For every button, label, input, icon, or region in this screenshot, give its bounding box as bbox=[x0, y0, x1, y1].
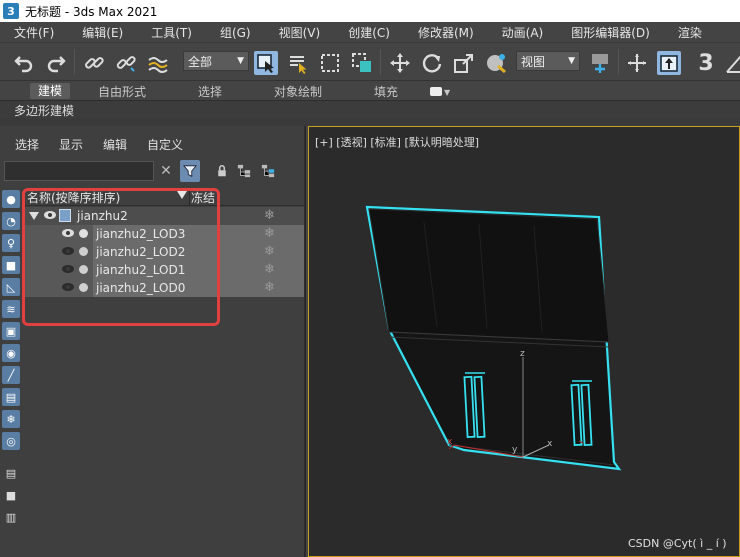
toolbar-separator bbox=[618, 49, 619, 75]
se-menu-display[interactable]: 显示 bbox=[59, 136, 83, 153]
move-icon[interactable] bbox=[388, 51, 412, 75]
axis-label-z: z bbox=[520, 349, 525, 359]
perspective-viewport[interactable]: [+] [透视] [标准] [默认明暗处理] z x y x CSDN @Cyt… bbox=[308, 126, 740, 557]
menu-group[interactable]: 组(G) bbox=[220, 24, 251, 41]
camera-filter-icon[interactable]: ■ bbox=[2, 256, 20, 274]
panel-divider bbox=[0, 118, 740, 126]
link-icon[interactable] bbox=[82, 51, 106, 75]
tab-modeling[interactable]: 建模 bbox=[30, 83, 71, 99]
axis-label-x2: x bbox=[547, 439, 553, 449]
select-manipulate-icon[interactable] bbox=[625, 51, 649, 75]
menu-bar: 文件(F) 编辑(E) 工具(T) 组(G) 视图(V) 创建(C) 修改器(M… bbox=[0, 22, 740, 42]
upper-panel bbox=[368, 208, 610, 343]
polygon-modeling-label[interactable]: 多边形建模 bbox=[14, 102, 74, 119]
shape-filter-icon[interactable]: ◔ bbox=[2, 212, 20, 230]
menu-rendering[interactable]: 渲染 bbox=[678, 24, 702, 41]
menu-file[interactable]: 文件(F) bbox=[14, 24, 54, 41]
viewport-scene bbox=[365, 205, 622, 471]
ribbon-tab-bar: 建模 自由形式 选择 对象绘制 填充 ▼ bbox=[0, 80, 740, 100]
tab-freeform[interactable]: 自由形式 bbox=[98, 83, 146, 100]
scale-icon[interactable] bbox=[452, 51, 476, 75]
menu-views[interactable]: 视图(V) bbox=[279, 24, 321, 41]
explorer-filter-column: ● ◔ ♀ ■ ◺ ≋ ▣ ◉ ╱ ▤ ❄ ◎ ▤ ■ ▥ bbox=[0, 186, 22, 557]
axis-label-y: y bbox=[512, 445, 518, 455]
reference-coordinate-dropdown[interactable]: 视图 ▼ bbox=[516, 51, 580, 71]
scene-search-input[interactable] bbox=[4, 161, 154, 181]
selection-filter-value: 全部 bbox=[188, 54, 213, 69]
title-bar: 3 无标题 - 3ds Max 2021 bbox=[0, 0, 740, 22]
menu-animation[interactable]: 动画(A) bbox=[502, 24, 544, 41]
menu-graph-editors[interactable]: 图形编辑器(D) bbox=[571, 24, 650, 41]
spacewarp-filter-icon[interactable]: ≋ bbox=[2, 300, 20, 318]
axis-label-x: x bbox=[447, 437, 453, 447]
menu-edit[interactable]: 编辑(E) bbox=[82, 24, 123, 41]
angle-snap-icon[interactable] bbox=[724, 51, 740, 75]
menu-create[interactable]: 创建(C) bbox=[348, 24, 390, 41]
snap-label: 3 bbox=[698, 50, 714, 76]
selection-filter-dropdown[interactable]: 全部 ▼ bbox=[183, 51, 249, 71]
tab-selection[interactable]: 选择 bbox=[198, 83, 222, 100]
unlink-icon[interactable] bbox=[114, 51, 138, 75]
display-all-icon[interactable]: ▤ bbox=[2, 464, 20, 482]
frozen-filter-icon[interactable]: ❄ bbox=[2, 410, 20, 428]
snaps-toggle-icon[interactable]: 3 bbox=[694, 50, 718, 76]
container-filter-icon[interactable]: ▤ bbox=[2, 388, 20, 406]
snowflake-icon[interactable]: ❄ bbox=[264, 208, 275, 223]
toolbar-separator bbox=[380, 49, 381, 75]
light-filter-icon[interactable]: ♀ bbox=[2, 234, 20, 252]
pivot-center-icon[interactable] bbox=[588, 51, 612, 75]
tab-populate[interactable]: 填充 bbox=[374, 83, 398, 100]
se-menu-customize[interactable]: 自定义 bbox=[147, 136, 183, 153]
menu-modifiers[interactable]: 修改器(M) bbox=[418, 24, 474, 41]
filter-icon[interactable] bbox=[180, 160, 200, 182]
display-none-icon[interactable]: ■ bbox=[2, 486, 20, 504]
menu-tools[interactable]: 工具(T) bbox=[151, 24, 192, 41]
rectangular-selection-icon[interactable] bbox=[318, 51, 342, 75]
chevron-down-icon: ▼ bbox=[237, 56, 244, 66]
select-object-icon[interactable] bbox=[254, 51, 278, 75]
layer-hierarchy-icon[interactable] bbox=[258, 160, 278, 182]
window-crossing-icon[interactable] bbox=[350, 51, 374, 75]
group-filter-icon[interactable]: ▣ bbox=[2, 322, 20, 340]
tab-object-paint[interactable]: 对象绘制 bbox=[274, 83, 322, 100]
place-icon[interactable] bbox=[484, 51, 508, 75]
hierarchy-icon[interactable] bbox=[234, 160, 254, 182]
annotation-highlight-box bbox=[22, 188, 220, 326]
geometry-filter-icon[interactable]: ● bbox=[2, 190, 20, 208]
snowflake-icon[interactable]: ❄ bbox=[264, 244, 275, 259]
bone-filter-icon[interactable]: ╱ bbox=[2, 366, 20, 384]
ribbon-options-icon[interactable]: ▼ bbox=[430, 84, 450, 98]
bind-space-warp-icon[interactable] bbox=[146, 51, 170, 75]
ribbon-panel: 多边形建模 bbox=[0, 100, 740, 118]
snowflake-icon[interactable]: ❄ bbox=[264, 226, 275, 241]
snowflake-icon[interactable]: ❄ bbox=[264, 262, 275, 277]
hidden-filter-icon[interactable]: ◎ bbox=[2, 432, 20, 450]
reference-coordinate-value: 视图 bbox=[521, 54, 546, 69]
undo-icon[interactable] bbox=[12, 51, 36, 75]
helper-filter-icon[interactable]: ◺ bbox=[2, 278, 20, 296]
redo-icon[interactable] bbox=[44, 51, 68, 75]
app-icon: 3 bbox=[3, 3, 19, 19]
invert-display-icon[interactable]: ▥ bbox=[2, 508, 20, 526]
se-menu-select[interactable]: 选择 bbox=[15, 136, 39, 153]
viewport-label[interactable]: [+] [透视] [标准] [默认明暗处理] bbox=[315, 134, 479, 150]
toolbar-separator bbox=[74, 49, 75, 75]
snowflake-icon[interactable]: ❄ bbox=[264, 280, 275, 295]
scene-explorer-menu: 选择 显示 编辑 自定义 bbox=[0, 136, 306, 154]
chevron-down-icon: ▼ bbox=[568, 56, 575, 66]
lock-icon[interactable] bbox=[212, 160, 232, 182]
clear-search-icon[interactable]: ✕ bbox=[156, 160, 176, 182]
se-menu-edit[interactable]: 编辑 bbox=[103, 136, 127, 153]
xref-filter-icon[interactable]: ◉ bbox=[2, 344, 20, 362]
rotate-icon[interactable] bbox=[420, 51, 444, 75]
main-toolbar: 全部 ▼ 视图 ▼ 3 bbox=[0, 42, 740, 80]
keyboard-shortcut-override-icon[interactable] bbox=[657, 51, 681, 75]
select-by-name-icon[interactable] bbox=[286, 51, 310, 75]
window-title: 无标题 - 3ds Max 2021 bbox=[25, 4, 158, 19]
watermark-text: CSDN @Cyt( ì _ í ) bbox=[628, 537, 727, 550]
